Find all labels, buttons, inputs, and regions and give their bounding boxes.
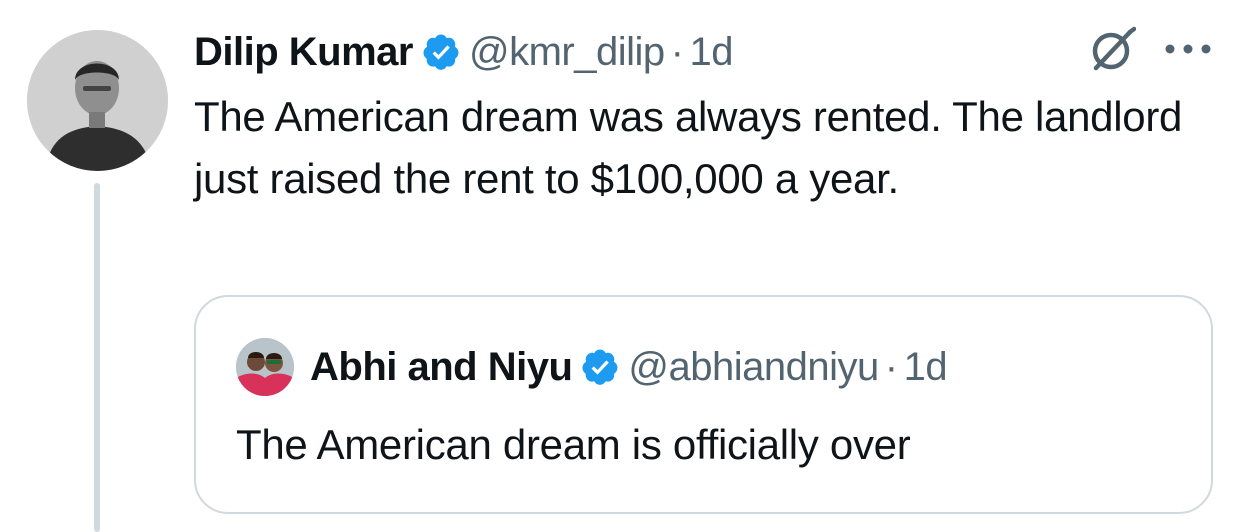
quoted-tweet-text: The American dream is officially over <box>236 421 911 468</box>
quoted-author-avatar[interactable] <box>236 338 294 396</box>
verified-badge-icon <box>423 34 459 70</box>
quoted-meta-separator: · <box>884 344 898 389</box>
thread-connector-line <box>94 183 100 532</box>
meta-separator: · <box>670 29 684 74</box>
author-handle[interactable]: @kmr_dilip <box>469 30 665 75</box>
quoted-author-avatar-image <box>236 338 294 396</box>
author-avatar-image <box>27 30 168 171</box>
verified-badge-icon <box>582 349 618 385</box>
more-options-icon[interactable] <box>1163 38 1213 60</box>
quoted-tweet-header: Abhi and Niyu @abhiandniyu · 1d <box>310 337 948 397</box>
quoted-author-name[interactable]: Abhi and Niyu <box>310 345 573 390</box>
quoted-tweet-card[interactable]: Abhi and Niyu @abhiandniyu · 1d The Amer… <box>194 295 1213 514</box>
author-name[interactable]: Dilip Kumar <box>194 30 413 75</box>
quoted-tweet-timestamp[interactable]: 1d <box>904 345 948 390</box>
quoted-author-handle[interactable]: @abhiandniyu <box>628 345 879 390</box>
tweet-text: The American dream was always rented. Th… <box>194 93 1183 202</box>
tweet-timestamp[interactable]: 1d <box>689 30 733 75</box>
author-avatar[interactable] <box>27 30 168 171</box>
grok-icon[interactable] <box>1088 26 1136 74</box>
tweet-header: Dilip Kumar @kmr_dilip · 1d <box>194 24 733 80</box>
